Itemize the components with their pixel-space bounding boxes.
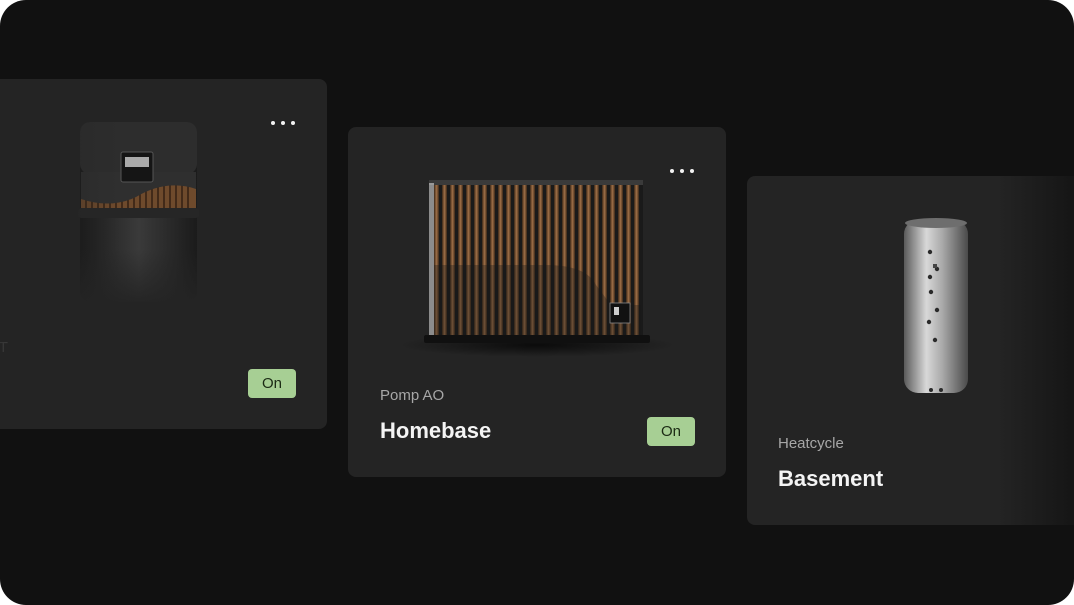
device-carousel: mp T tic On bbox=[0, 0, 1074, 605]
device-card-center[interactable]: Pomp AO Homebase On bbox=[348, 127, 726, 477]
boiler-tank-image bbox=[904, 218, 968, 393]
device-type-label: mp T bbox=[0, 339, 8, 356]
device-card-right[interactable]: Heatcycle Basement bbox=[747, 176, 1074, 525]
menu-dot bbox=[680, 169, 684, 173]
tower-heat-pump-image bbox=[76, 119, 200, 305]
menu-dot bbox=[281, 121, 285, 125]
card-fade-overlay bbox=[997, 176, 1074, 525]
menu-dot bbox=[690, 169, 694, 173]
device-location-title: Homebase bbox=[380, 418, 492, 443]
device-type-label: Pomp AO bbox=[380, 387, 445, 404]
menu-dot bbox=[291, 121, 295, 125]
menu-dot bbox=[670, 169, 674, 173]
status-toggle-button[interactable]: On bbox=[647, 417, 695, 446]
status-toggle-button[interactable]: On bbox=[248, 369, 296, 398]
menu-dot bbox=[271, 121, 275, 125]
device-card-left[interactable]: mp T tic On bbox=[0, 79, 327, 429]
device-location-title: Basement bbox=[778, 466, 884, 491]
more-options-button[interactable] bbox=[271, 113, 295, 133]
outdoor-heat-pump-image bbox=[399, 180, 675, 357]
more-options-button[interactable] bbox=[670, 161, 694, 181]
device-type-label: Heatcycle bbox=[778, 435, 844, 452]
card-text-clip: mp T tic bbox=[0, 329, 60, 399]
